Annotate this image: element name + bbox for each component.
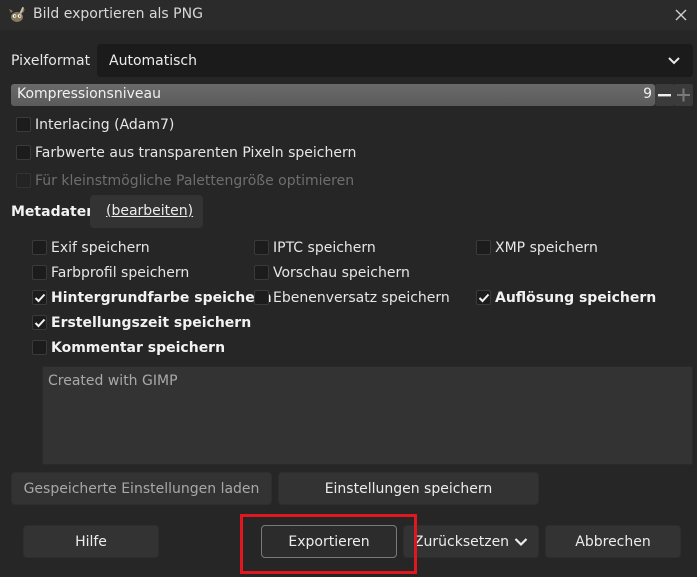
save-settings-label: Einstellungen speichern	[324, 480, 493, 497]
checkmark-icon	[478, 293, 490, 303]
compression-slider[interactable]: Kompressionsniveau 9	[11, 84, 655, 106]
increment-button[interactable]	[674, 84, 693, 106]
compression-value: 9	[643, 86, 652, 102]
layeroffset-label: Ebenenversatz speichern	[273, 290, 450, 306]
compression-label: Kompressionsniveau	[17, 86, 161, 102]
minus-icon	[658, 94, 671, 97]
help-button[interactable]: Hilfe	[23, 525, 159, 558]
edit-metadata-label: (bearbeiten)	[106, 203, 194, 219]
checkmark-icon	[34, 293, 46, 303]
resolution-checkbox[interactable]	[476, 290, 491, 305]
exif-checkbox[interactable]	[32, 240, 47, 255]
iptc-checkbox[interactable]	[254, 240, 269, 255]
edit-metadata-button[interactable]: (bearbeiten)	[90, 195, 203, 228]
exif-label: Exif speichern	[51, 240, 150, 256]
layeroffset-checkbox[interactable]	[254, 290, 269, 305]
load-settings-button[interactable]: Gespeicherte Einstellungen laden	[11, 472, 272, 505]
comment-text: Created with GIMP	[48, 373, 178, 389]
checkmark-icon	[34, 318, 46, 328]
comment-textarea[interactable]: Created with GIMP	[42, 366, 693, 465]
plus-icon	[677, 88, 690, 102]
palette-checkbox	[16, 173, 31, 188]
highlight-box	[240, 514, 417, 574]
load-settings-label: Gespeicherte Einstellungen laden	[23, 480, 260, 497]
reset-button[interactable]: Zurücksetzen	[403, 525, 539, 558]
window-title: Bild exportieren als PNG	[33, 6, 203, 22]
cancel-button[interactable]: Abbrechen	[545, 525, 681, 558]
iptc-label: IPTC speichern	[273, 240, 376, 256]
title-bar: Bild exportieren als PNG	[0, 0, 697, 30]
interlacing-checkbox[interactable]	[16, 117, 31, 132]
palette-label: Für kleinstmögliche Palettengröße optimi…	[35, 173, 355, 189]
gimp-icon	[9, 6, 25, 22]
help-label: Hilfe	[75, 533, 107, 550]
preview-label: Vorschau speichern	[273, 265, 410, 281]
chevron-down-icon	[514, 537, 528, 546]
cancel-label: Abbrechen	[575, 533, 651, 550]
preview-checkbox[interactable]	[254, 265, 269, 280]
comment-checkbox[interactable]	[32, 340, 47, 355]
pixelformat-label: Pixelformat	[11, 53, 91, 69]
interlacing-label: Interlacing (Adam7)	[35, 117, 175, 133]
transparent-label: Farbwerte aus transparenten Pixeln speic…	[35, 145, 357, 161]
close-icon[interactable]	[671, 5, 691, 25]
comment-label: Kommentar speichern	[51, 340, 226, 356]
pixelformat-value: Automatisch	[109, 53, 197, 69]
xmp-checkbox[interactable]	[476, 240, 491, 255]
pixelformat-dropdown[interactable]: Automatisch	[97, 44, 693, 77]
colorprofile-label: Farbprofil speichern	[51, 265, 190, 281]
decrement-button[interactable]	[655, 84, 674, 106]
creationtime-label: Erstellungszeit speichern	[51, 315, 252, 331]
chevron-down-icon	[668, 57, 680, 65]
metadata-heading: Metadaten	[11, 204, 97, 220]
background-checkbox[interactable]	[32, 290, 47, 305]
creationtime-checkbox[interactable]	[32, 315, 47, 330]
save-settings-button[interactable]: Einstellungen speichern	[278, 472, 539, 505]
transparent-checkbox[interactable]	[16, 145, 31, 160]
colorprofile-checkbox[interactable]	[32, 265, 47, 280]
reset-label: Zurücksetzen	[413, 533, 510, 550]
resolution-label: Auflösung speichern	[495, 290, 657, 306]
background-label: Hintergrundfarbe speichern	[51, 290, 272, 306]
xmp-label: XMP speichern	[495, 240, 598, 256]
